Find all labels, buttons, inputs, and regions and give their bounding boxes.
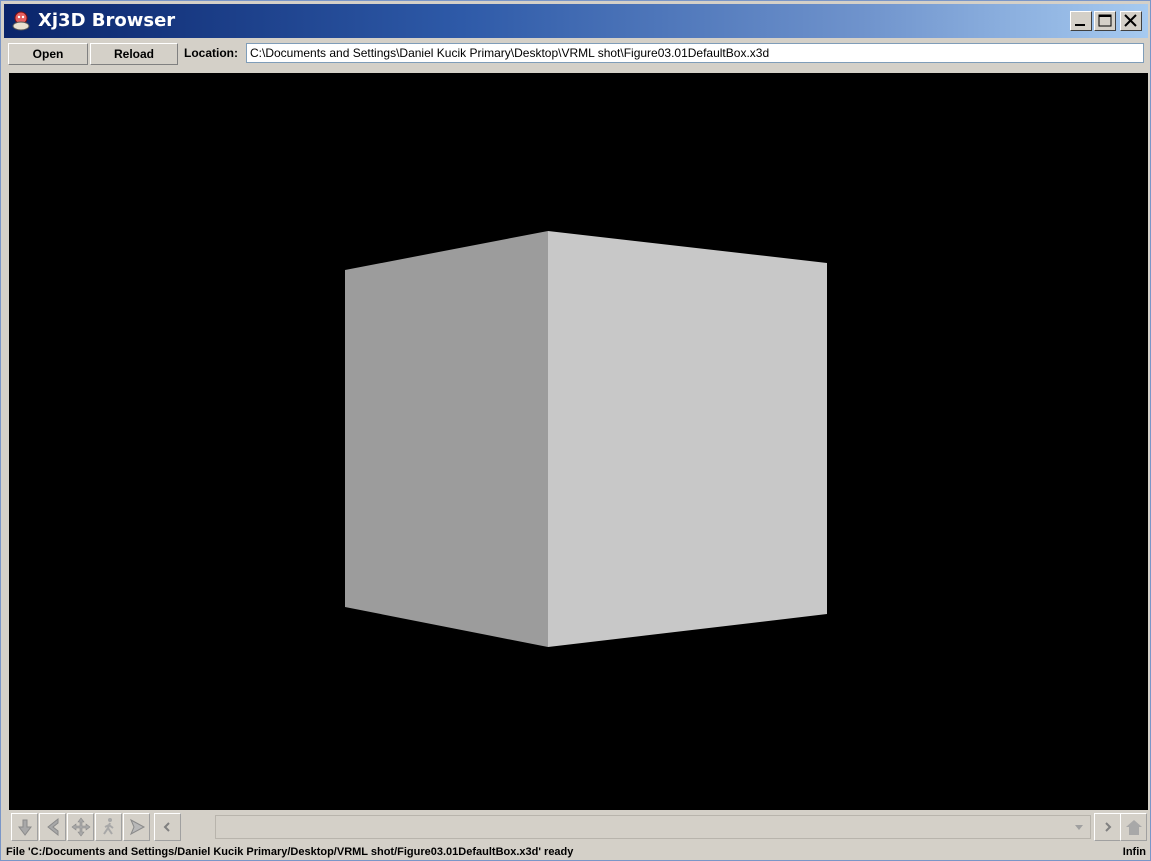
pan-icon <box>18 819 32 836</box>
close-button[interactable] <box>1120 11 1142 31</box>
maximize-icon <box>1098 14 1112 27</box>
walk-button[interactable] <box>95 813 122 841</box>
back-button[interactable] <box>39 813 66 841</box>
fly-icon <box>129 818 146 836</box>
box-left-face <box>345 231 548 647</box>
pan-button[interactable] <box>11 813 38 841</box>
location-input[interactable] <box>246 43 1144 63</box>
title-bar[interactable]: Xj3D Browser <box>4 4 1148 38</box>
navigation-bar <box>9 811 1148 843</box>
toolbar: Open Reload Location: <box>4 41 1148 67</box>
status-message: File 'C:/Documents and Settings/Daniel K… <box>6 846 574 858</box>
prev-viewpoint-icon <box>163 822 170 832</box>
browser-window: Xj3D Browser Open Reload Location: C:\Do… <box>0 0 1151 861</box>
next-viewpoint-icon <box>1105 822 1112 832</box>
home-button[interactable] <box>1120 813 1147 841</box>
examine-button[interactable] <box>67 813 94 841</box>
fly-button[interactable] <box>123 813 150 841</box>
box-right-face <box>548 231 827 647</box>
next-viewpoint-button[interactable] <box>1094 813 1121 841</box>
back-icon <box>47 817 59 837</box>
status-bar: File 'C:/Documents and Settings/Daniel K… <box>4 844 1148 860</box>
minimize-button[interactable] <box>1070 11 1092 31</box>
xj3d-logo-icon <box>10 10 32 32</box>
examine-icon <box>71 817 91 837</box>
minimize-icon <box>1075 24 1085 26</box>
prev-viewpoint-button[interactable] <box>154 813 181 841</box>
3d-viewport[interactable] <box>9 73 1148 810</box>
walk-icon <box>103 818 114 835</box>
status-right-text: Infin <box>1122 846 1146 858</box>
window-title: Xj3D Browser <box>38 10 176 31</box>
open-button[interactable]: Open <box>8 43 88 65</box>
maximize-button[interactable] <box>1094 11 1116 31</box>
viewpoint-select[interactable] <box>215 815 1091 839</box>
reload-button[interactable]: Reload <box>90 43 178 65</box>
location-label: Location: <box>184 46 238 60</box>
home-icon <box>1126 820 1142 835</box>
dropdown-arrow-icon <box>1075 825 1083 830</box>
close-icon <box>1124 14 1137 27</box>
